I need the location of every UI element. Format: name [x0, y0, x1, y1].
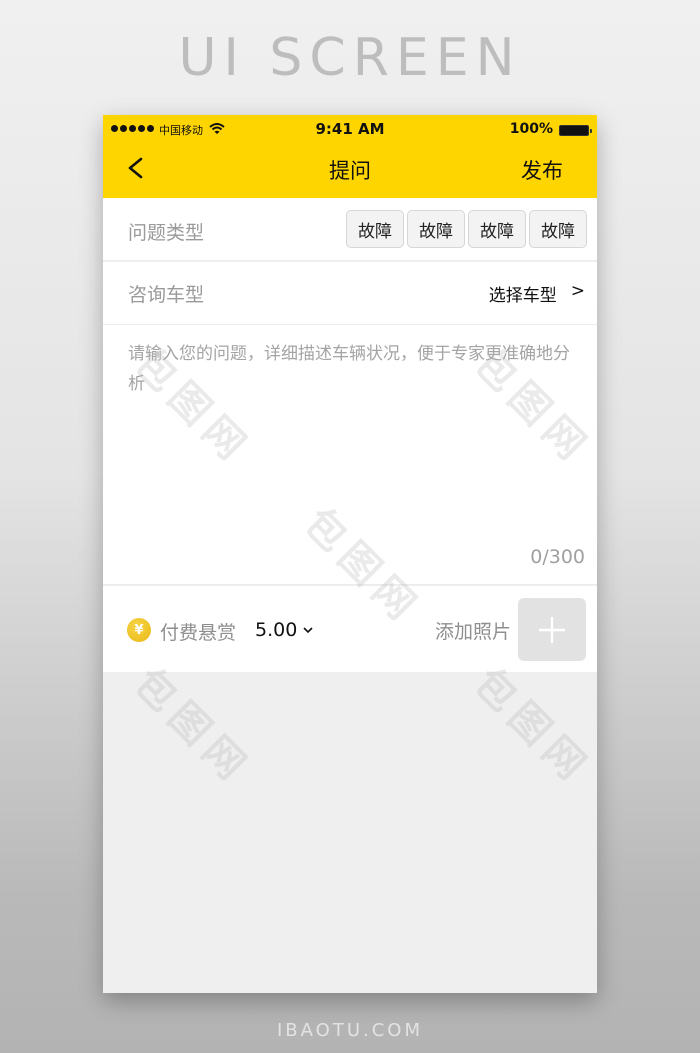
select-car-model-button[interactable]: 选择车型 >	[489, 281, 585, 306]
nav-bar: 提问 发布	[103, 145, 597, 198]
description-section: 0/300	[103, 325, 597, 585]
select-car-model-label: 选择车型	[488, 286, 557, 306]
question-type-label: 问题类型	[128, 222, 205, 244]
watermark: 包图网	[464, 659, 597, 795]
publish-button[interactable]: 发布	[521, 155, 563, 185]
tag-fault-3[interactable]: 故障	[468, 210, 526, 248]
tag-fault-2[interactable]: 故障	[407, 210, 465, 248]
footer-brand: IBAOTU.COM	[277, 1020, 423, 1041]
battery-percent: 100%	[509, 121, 553, 137]
question-type-row: 问题类型 故障 故障 故障 故障	[103, 198, 597, 261]
battery-icon	[559, 125, 592, 136]
car-model-row: 咨询车型 选择车型 >	[103, 262, 597, 325]
description-input[interactable]	[128, 339, 573, 539]
question-type-tags: 故障 故障 故障 故障	[346, 210, 587, 248]
app-header: 中国移动 9:41 AM 100% 提问 发布	[103, 115, 597, 198]
add-photo-button[interactable]	[518, 598, 586, 661]
chevron-right-icon: >	[570, 281, 585, 301]
phone-screen: 中国移动 9:41 AM 100% 提问 发布 问题类型 故障 故障 故障 故障…	[103, 115, 597, 993]
tag-fault-1[interactable]: 故障	[346, 210, 404, 248]
char-count: 0/300	[530, 546, 585, 568]
page-heading: UI SCREEN	[178, 28, 522, 88]
add-photo-label: 添加照片	[434, 621, 511, 643]
car-model-label: 咨询车型	[128, 284, 205, 306]
plus-icon	[539, 616, 565, 643]
reward-amount-value: 5.00	[255, 619, 298, 641]
reward-label: 付费悬赏	[160, 622, 237, 644]
reward-photo-row: ¥ 付费悬赏 5.00 添加照片	[103, 586, 597, 672]
tag-fault-4[interactable]: 故障	[529, 210, 587, 248]
status-bar: 中国移动 9:41 AM 100%	[103, 115, 597, 145]
watermark: 包图网	[124, 659, 260, 795]
chevron-down-icon	[303, 627, 313, 634]
reward-amount-dropdown[interactable]: 5.00	[255, 619, 314, 641]
coin-icon: ¥	[127, 618, 151, 642]
